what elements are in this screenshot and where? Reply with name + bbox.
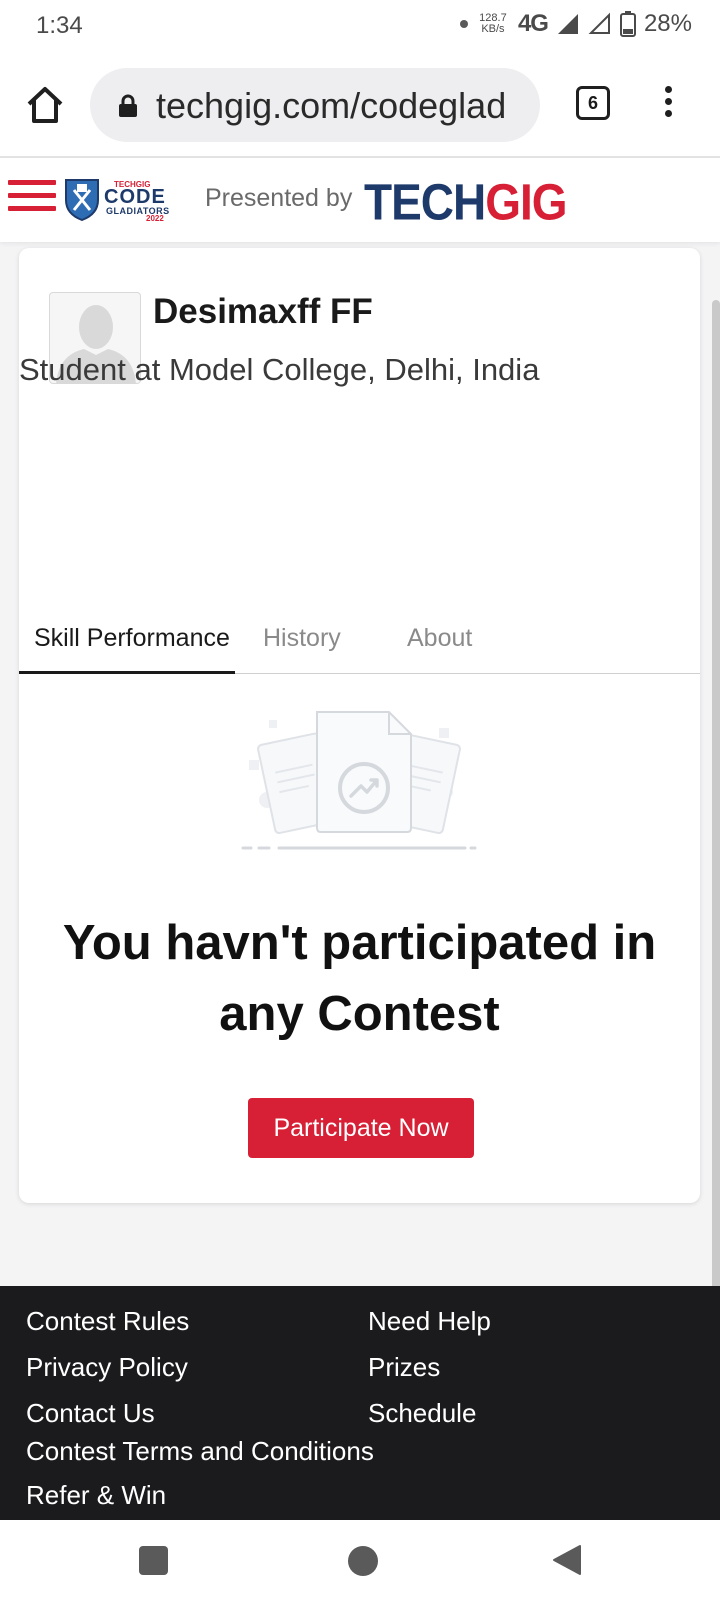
network-speed-unit: KB/s <box>481 23 505 35</box>
empty-documents-illustration <box>241 711 477 850</box>
battery-icon <box>619 11 636 37</box>
footer-link-contest-rules[interactable]: Contest Rules <box>26 1306 189 1337</box>
status-icons: 128.7 KB/s 4G 28% <box>459 10 692 38</box>
status-time: 1:34 <box>36 12 83 39</box>
signal-empty-icon <box>588 12 610 34</box>
active-tab-indicator <box>19 671 235 674</box>
network-type: 4G <box>517 10 549 37</box>
techgig-logo[interactable]: TECHGIG <box>364 172 568 231</box>
shield-icon <box>65 179 99 222</box>
browser-toolbar: techgig.com/codeglad 6 <box>0 56 720 158</box>
lock-icon <box>119 94 137 117</box>
footer-link-contact-us[interactable]: Contact Us <box>26 1398 155 1429</box>
empty-state-message: You havn't participated in any Contest <box>62 916 657 1041</box>
battery-percent: 28% <box>643 10 692 37</box>
presented-by-label: Presented by <box>205 184 353 212</box>
participate-now-button[interactable]: Participate Now <box>248 1098 474 1158</box>
home-icon[interactable] <box>24 84 66 126</box>
site-footer: Contest Rules Privacy Policy Contact Us … <box>0 1286 720 1520</box>
footer-link-prizes[interactable]: Prizes <box>368 1352 440 1383</box>
footer-link-privacy-policy[interactable]: Privacy Policy <box>26 1352 188 1383</box>
signal-icon <box>557 14 578 34</box>
footer-link-refer-win[interactable]: Refer & Win <box>26 1480 166 1511</box>
site-header: TECHGIG CODE GLADIATORS 2022 Presented b… <box>0 158 720 242</box>
tab-skill-performance[interactable]: Skill Performance <box>34 624 230 653</box>
network-speed: 128.7 KB/s <box>476 13 510 35</box>
profile-tabs: Skill Performance History About <box>19 616 700 674</box>
footer-link-schedule[interactable]: Schedule <box>368 1398 476 1429</box>
brand-tech: TECH <box>364 173 486 231</box>
brand-gig: GIG <box>485 173 567 231</box>
tab-switcher-button[interactable]: 6 <box>576 86 610 120</box>
notification-dot-icon <box>459 20 468 28</box>
profile-name: Desimaxff FF <box>153 292 373 331</box>
browser-menu-icon[interactable] <box>658 86 678 126</box>
status-bar: 1:34 128.7 KB/s 4G 28% <box>0 0 720 56</box>
tab-about[interactable]: About <box>407 624 472 653</box>
url-text: techgig.com/codeglad <box>156 85 507 126</box>
home-nav-icon[interactable] <box>348 1546 378 1576</box>
profile-role: Student at Model College, Delhi, India <box>19 352 540 387</box>
hamburger-menu-icon[interactable] <box>8 180 56 216</box>
back-icon[interactable] <box>552 1544 582 1576</box>
address-bar[interactable]: techgig.com/codeglad <box>90 68 540 142</box>
system-nav-bar <box>0 1520 720 1600</box>
tab-history[interactable]: History <box>263 624 341 653</box>
recents-icon[interactable] <box>139 1546 168 1575</box>
footer-link-contest-terms[interactable]: Contest Terms and Conditions <box>26 1436 374 1467</box>
code-gladiators-logo[interactable]: TECHGIG CODE GLADIATORS 2022 <box>62 176 178 223</box>
profile-card: Desimaxff FF Student at Model College, D… <box>19 248 700 1203</box>
footer-link-need-help[interactable]: Need Help <box>368 1306 491 1337</box>
logo-year-text: 2022 <box>146 214 164 223</box>
page-scrollbar[interactable] <box>712 300 720 1340</box>
